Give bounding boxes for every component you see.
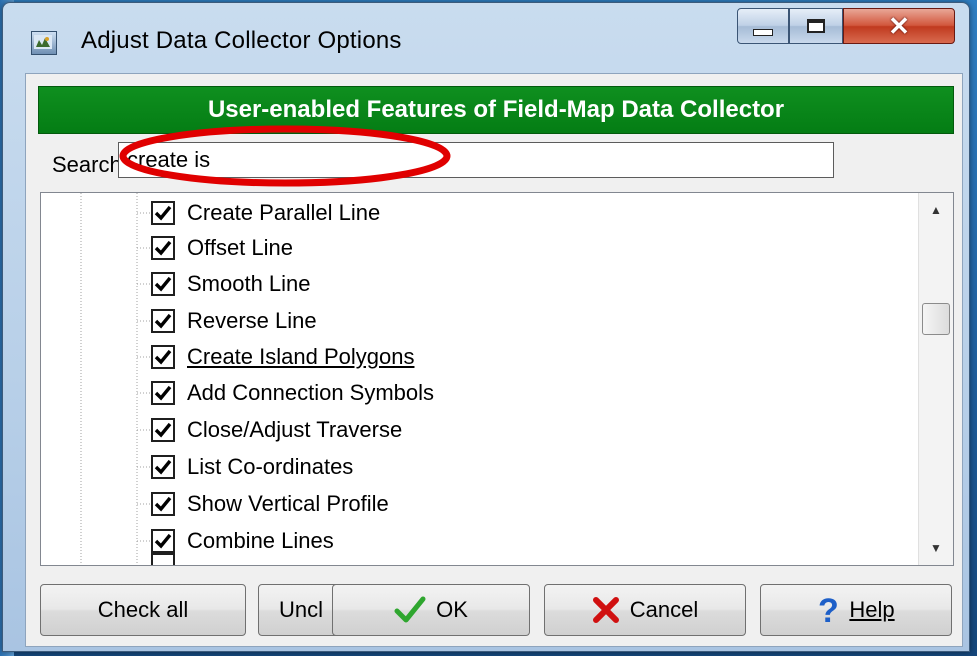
- checkmark-icon: [154, 533, 172, 549]
- help-label: Help: [849, 597, 895, 622]
- maximize-icon: [807, 19, 825, 33]
- svg-text:?: ?: [818, 594, 839, 626]
- tree-item-label: Reverse Line: [187, 308, 317, 333]
- minimize-icon: [753, 28, 773, 36]
- checkbox[interactable]: [151, 529, 175, 553]
- checkmark-icon: [154, 349, 172, 365]
- tree-item-show-vertical-profile[interactable]: Show Vertical Profile: [151, 487, 389, 521]
- close-icon: ✕: [888, 11, 910, 41]
- checkmark-icon: [154, 205, 172, 221]
- help-question-icon: ?: [817, 594, 839, 626]
- tree-item-label: Offset Line: [187, 235, 293, 260]
- scrollbar-thumb[interactable]: [922, 303, 950, 335]
- scroll-up-arrow-icon[interactable]: ▲: [919, 195, 953, 225]
- tree-connector-lines: [80, 193, 151, 565]
- checkbox[interactable]: [151, 201, 175, 225]
- ok-label: OK: [436, 597, 468, 622]
- tree-item-create-parallel-line[interactable]: Create Parallel Line: [151, 196, 380, 230]
- dialog-client-area: User-enabled Features of Field-Map Data …: [25, 73, 963, 647]
- checkbox[interactable]: [151, 381, 175, 405]
- checkbox[interactable]: [151, 272, 175, 296]
- tree-item-label[interactable]: Create Island Polygons: [187, 344, 414, 370]
- checkbox[interactable]: [151, 345, 175, 369]
- check-all-label: Check all: [97, 597, 189, 622]
- checkbox[interactable]: [151, 309, 175, 333]
- tree-item-create-island-polygons[interactable]: Create Island Polygons: [151, 340, 414, 374]
- checkmark-icon: [154, 422, 172, 438]
- tree-item-label: Add Connection Symbols: [187, 380, 435, 405]
- checkmark-icon: [154, 313, 172, 329]
- window-title: Adjust Data Collector Options: [81, 27, 402, 54]
- tree-item-label: Smooth Line: [187, 271, 311, 296]
- checkbox[interactable]: [151, 492, 175, 516]
- dialog-window: Adjust Data Collector Options ✕ User-ena…: [2, 2, 970, 652]
- uncheck-all-label: Uncl: [279, 597, 324, 622]
- cancel-label: Cancel: [629, 597, 699, 622]
- tree-item-reverse-line[interactable]: Reverse Line: [151, 304, 317, 338]
- tree-item-label: Create Parallel Line: [187, 200, 381, 225]
- minimize-button[interactable]: [737, 8, 789, 44]
- help-button[interactable]: ? Help: [760, 584, 952, 636]
- checkmark-icon: [154, 240, 172, 256]
- features-header: User-enabled Features of Field-Map Data …: [38, 86, 954, 134]
- checkmark-icon: [154, 459, 172, 475]
- cancel-button[interactable]: Cancel: [544, 584, 746, 636]
- tree-item-offset-line[interactable]: Offset Line: [151, 231, 293, 265]
- checkmark-icon: [154, 496, 172, 512]
- tree-item-label: Close/Adjust Traverse: [187, 417, 403, 442]
- tree-item-label: List Co-ordinates: [187, 454, 354, 479]
- title-bar[interactable]: Adjust Data Collector Options ✕: [3, 3, 969, 65]
- ok-button[interactable]: OK: [332, 584, 530, 636]
- tree-item-add-connection-symbols[interactable]: Add Connection Symbols: [151, 376, 434, 410]
- features-tree[interactable]: Create Parallel Line Offset Line Smooth …: [40, 192, 954, 566]
- checkmark-icon: [154, 385, 172, 401]
- ok-check-icon: [394, 596, 426, 624]
- checkbox[interactable]: [151, 418, 175, 442]
- checkbox[interactable]: [151, 455, 175, 479]
- tree-item-label: Combine Lines: [187, 528, 334, 553]
- close-button[interactable]: ✕: [843, 8, 955, 44]
- search-input[interactable]: [118, 142, 834, 178]
- app-icon: [31, 31, 57, 55]
- tree-item-smooth-line[interactable]: Smooth Line: [151, 267, 311, 301]
- tree-item-label: Show Vertical Profile: [187, 491, 389, 516]
- scroll-down-arrow-icon[interactable]: ▼: [919, 533, 953, 563]
- tree-item-close-adjust-traverse[interactable]: Close/Adjust Traverse: [151, 413, 402, 447]
- cancel-x-icon: [592, 596, 620, 624]
- partial-tree-item: [151, 553, 175, 565]
- check-all-button[interactable]: Check all: [40, 584, 246, 636]
- search-label: Search:: [52, 152, 128, 177]
- tree-item-list-co-ordinates[interactable]: List Co-ordinates: [151, 450, 353, 484]
- tree-item-combine-lines[interactable]: Combine Lines: [151, 524, 334, 558]
- checkmark-icon: [154, 276, 172, 292]
- checkbox[interactable]: [151, 236, 175, 260]
- maximize-button[interactable]: [789, 8, 843, 44]
- vertical-scrollbar[interactable]: ▲ ▼: [918, 193, 953, 565]
